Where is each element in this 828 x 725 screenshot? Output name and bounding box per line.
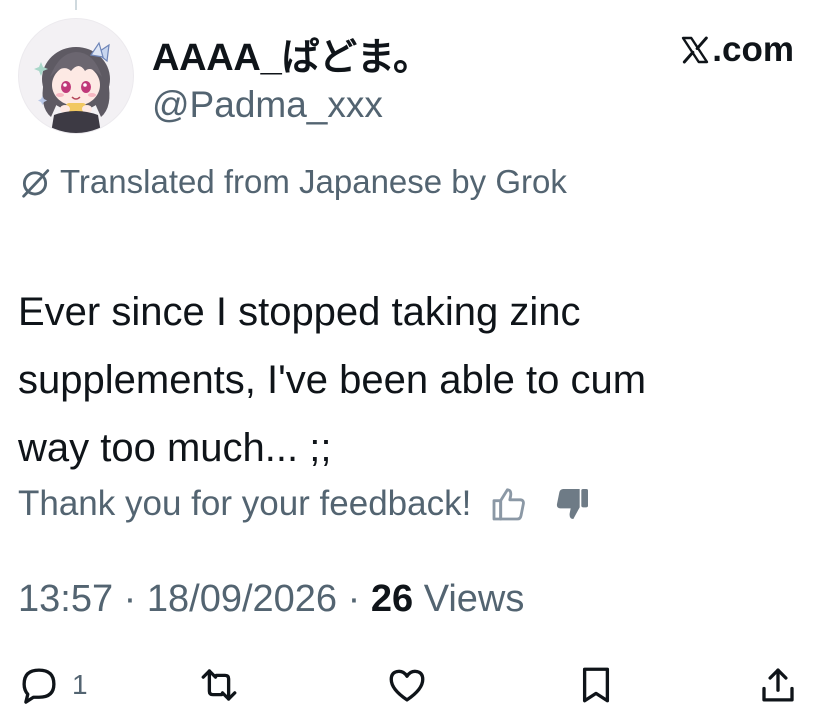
retweet-button[interactable] (198, 655, 240, 715)
bookmark-icon (582, 667, 610, 703)
translation-notice[interactable]: Translated from Japanese by Grok (18, 163, 567, 201)
meta-separator: · (123, 578, 147, 620)
thumbs-up-outline-icon[interactable] (489, 484, 529, 524)
share-button[interactable] (757, 655, 799, 715)
tweet-time[interactable]: 13:57 (18, 578, 113, 620)
anime-avatar-icon (34, 41, 110, 133)
reply-button[interactable]: 1 (18, 655, 88, 715)
action-bar: 1 (0, 655, 828, 715)
meta-separator: · (347, 578, 371, 620)
views-count: 26 (370, 578, 414, 620)
translation-label: Translated from Japanese by Grok (60, 163, 567, 200)
tweet-text: Ever since I stopped taking zinc supplem… (18, 290, 647, 470)
source-domain: .com (712, 30, 794, 69)
feedback-label: Thank you for your feedback! (18, 484, 472, 523)
bookmark-button[interactable] (575, 655, 617, 715)
thumbs-down-filled-icon[interactable] (553, 484, 593, 524)
display-name[interactable]: AAAA_ぱどま。 (152, 26, 431, 81)
globe-slash-icon (22, 169, 50, 198)
avatar[interactable] (18, 18, 134, 134)
x-logo-icon (682, 36, 709, 64)
source-watermark: .com (679, 30, 794, 70)
user-handle[interactable]: @Padma_xxx (152, 84, 383, 126)
thread-line (75, 0, 77, 10)
reply-count: 1 (72, 669, 88, 700)
like-icon (389, 669, 425, 702)
tweet-meta: 13:57 · 18/09/2026 · 26 Views (18, 578, 524, 621)
reply-icon (22, 668, 56, 704)
translation-feedback: Thank you for your feedback! (18, 484, 593, 524)
share-icon (762, 668, 794, 702)
views-label: Views (423, 578, 525, 620)
like-button[interactable] (386, 655, 428, 715)
retweet-icon (201, 669, 237, 701)
tweet-date[interactable]: 18/09/2026 (147, 578, 337, 620)
